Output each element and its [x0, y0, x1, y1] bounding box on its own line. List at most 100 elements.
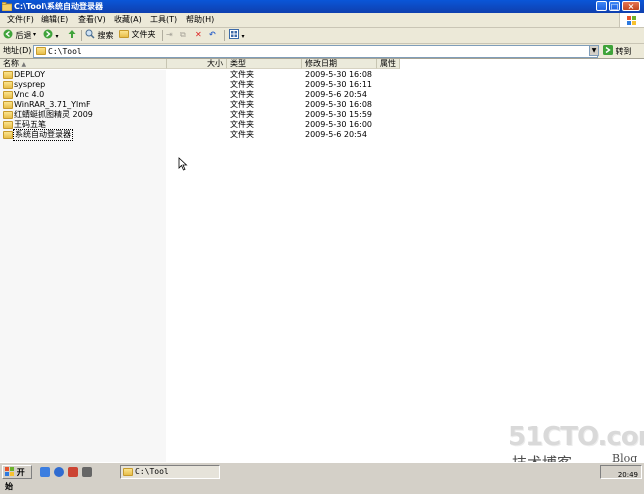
search-icon [85, 29, 95, 39]
undo-icon[interactable]: ↶ [209, 29, 216, 41]
table-row[interactable]: sysprep 文件夹 2009-5-30 16:11 [0, 80, 400, 90]
views-icon [229, 29, 239, 39]
taskbar-item-explorer[interactable]: C:\Tool [120, 465, 220, 479]
move-to-icon[interactable]: ⇥ [166, 29, 173, 41]
table-row[interactable]: WinRAR_3.71_YlmF 文件夹 2009-5-30 16:08 [0, 100, 400, 110]
sort-ascending-icon: ▲ [21, 61, 27, 68]
file-name: WinRAR_3.71_YlmF [14, 100, 91, 109]
file-type: 文件夹 [230, 90, 254, 99]
toolbar-divider [81, 30, 82, 41]
up-arrow-icon [68, 30, 76, 38]
window-title: C:\Tool\系统自动登录器 [14, 2, 104, 11]
network-icon[interactable] [82, 467, 92, 477]
column-header-modified[interactable]: 修改日期 [302, 59, 377, 69]
file-name: 系统自动登录器 [13, 129, 73, 141]
folder-icon [2, 2, 12, 11]
menu-favorites[interactable]: 收藏(A) [114, 15, 142, 25]
windows-flag-icon [5, 467, 14, 476]
forward-button[interactable]: ▾ [43, 29, 59, 41]
folders-button[interactable]: 文件夹 [119, 29, 156, 41]
copy-to-icon[interactable]: ⧉ [180, 29, 186, 41]
folder-icon [3, 111, 13, 119]
minimize-button[interactable]: _ [596, 1, 607, 11]
column-name-label: 名称 [3, 59, 19, 68]
back-dropdown-icon[interactable]: ▾ [33, 29, 36, 41]
search-button[interactable]: 搜索 [85, 29, 114, 41]
file-type: 文件夹 [230, 70, 254, 79]
column-header-size[interactable]: 大小 [167, 59, 227, 69]
start-button[interactable]: 开始 [2, 465, 32, 491]
views-dropdown-icon[interactable]: ▾ [242, 33, 245, 40]
folder-icon [3, 71, 13, 79]
file-name: 红蜻蜓抓图精灵 2009 [14, 110, 93, 119]
file-list-view[interactable]: 名称 ▲ 大小 类型 修改日期 属性 DEPLOY 文件夹 2009-5-30 … [0, 59, 644, 462]
file-type: 文件夹 [230, 120, 254, 129]
table-row[interactable]: DEPLOY 文件夹 2009-5-30 16:08 [0, 70, 400, 80]
file-type: 文件夹 [230, 80, 254, 89]
windows-logo-icon [619, 13, 644, 27]
file-date: 2009-5-30 16:00 [305, 120, 372, 129]
folder-icon [3, 131, 13, 139]
table-row[interactable]: 王码五笔 文件夹 2009-5-30 16:00 [0, 120, 400, 130]
table-row[interactable]: Vnc 4.0 文件夹 2009-5-6 20:54 [0, 90, 400, 100]
menu-help[interactable]: 帮助(H) [186, 15, 214, 25]
vnc-icon[interactable] [68, 467, 78, 477]
file-date: 2009-5-30 16:08 [305, 70, 372, 79]
title-bar: C:\Tool\系统自动登录器 _ □ × [0, 0, 644, 13]
standard-toolbar: 后退 ▾ ▾ 搜索 文件夹 ⇥ ⧉ ✕ ↶ ▾ [0, 28, 644, 44]
delete-icon[interactable]: ✕ [195, 29, 202, 41]
internet-explorer-icon[interactable] [54, 467, 64, 477]
folder-icon [36, 47, 46, 55]
toolbar-divider [162, 30, 163, 41]
back-button[interactable]: 后退 [3, 29, 32, 41]
column-headers: 名称 ▲ 大小 类型 修改日期 属性 [0, 59, 400, 69]
column-header-attributes[interactable]: 属性 [377, 59, 400, 69]
file-date: 2009-5-30 16:11 [305, 80, 372, 89]
address-dropdown-button[interactable]: ▼ [589, 45, 599, 56]
forward-dropdown-icon[interactable]: ▾ [56, 33, 59, 40]
folder-icon [3, 101, 13, 109]
folder-icon [3, 81, 13, 89]
folder-icon [3, 121, 13, 129]
menu-view[interactable]: 查看(V) [78, 15, 106, 25]
clock: 20:49 [617, 471, 638, 479]
search-label: 搜索 [97, 31, 114, 40]
watermark-brand: 51CTO.com [508, 422, 644, 452]
show-desktop-icon[interactable] [40, 467, 50, 477]
file-date: 2009-5-30 16:08 [305, 100, 372, 109]
menu-bar: 文件(F) 编辑(E) 查看(V) 收藏(A) 工具(T) 帮助(H) [0, 13, 644, 28]
file-type: 文件夹 [230, 100, 254, 109]
menu-tools[interactable]: 工具(T) [150, 15, 177, 25]
mouse-pointer-icon [178, 157, 188, 171]
up-folder-button[interactable] [67, 29, 77, 41]
folder-icon [119, 30, 129, 38]
go-arrow-icon [603, 45, 613, 55]
file-name: sysprep [14, 80, 46, 89]
column-header-type[interactable]: 类型 [227, 59, 302, 69]
table-row[interactable]: 红蜻蜓抓图精灵 2009 文件夹 2009-5-30 15:59 [0, 110, 400, 120]
taskbar-item-label: C:\Tool [135, 467, 169, 476]
column-header-name[interactable]: 名称 ▲ [0, 59, 167, 69]
address-value: C:\Tool [48, 47, 82, 56]
go-button[interactable]: 转到 [603, 45, 632, 57]
folders-label: 文件夹 [131, 30, 156, 39]
table-row-selected[interactable]: 系统自动登录器 文件夹 2009-5-6 20:54 [0, 129, 400, 141]
file-date: 2009-5-30 15:59 [305, 110, 372, 119]
taskbar: 开始 C:\Tool 20:49 [0, 462, 644, 491]
menu-edit[interactable]: 编辑(E) [41, 15, 68, 25]
menu-file[interactable]: 文件(F) [7, 15, 34, 25]
views-button[interactable]: ▾ [229, 29, 245, 41]
address-label: 地址(D) [3, 46, 32, 55]
back-arrow-icon [3, 29, 13, 39]
file-type: 文件夹 [230, 110, 254, 119]
file-name: 王码五笔 [14, 120, 46, 129]
maximize-button[interactable]: □ [609, 1, 620, 11]
forward-arrow-icon [43, 29, 53, 39]
address-bar: 地址(D) C:\Tool ▼ 转到 [0, 44, 644, 59]
close-button[interactable]: × [622, 1, 640, 11]
file-name: DEPLOY [14, 70, 45, 79]
folder-icon [123, 468, 133, 476]
address-input[interactable]: C:\Tool [33, 45, 598, 58]
system-tray: 20:49 [600, 465, 642, 479]
file-date: 2009-5-6 20:54 [305, 130, 367, 139]
